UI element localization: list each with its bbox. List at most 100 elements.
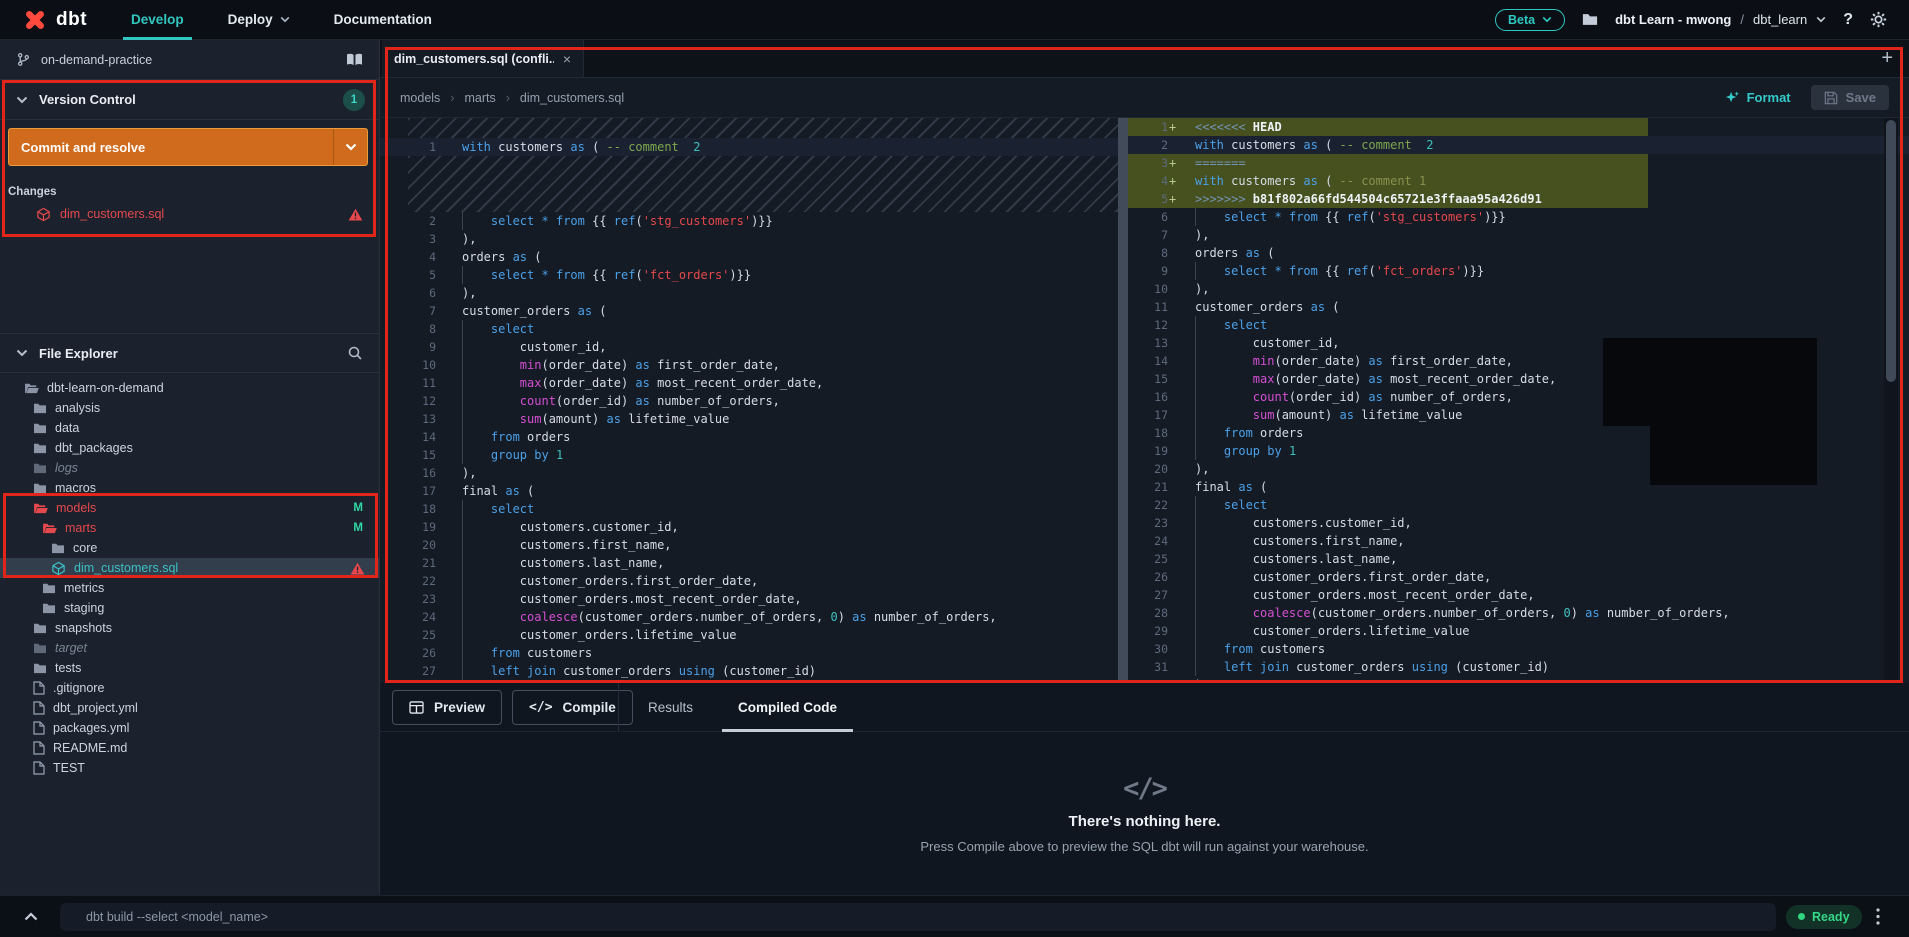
file-icon bbox=[33, 741, 45, 755]
nav-deploy[interactable]: Deploy bbox=[206, 0, 312, 40]
nav-develop[interactable]: Develop bbox=[109, 0, 206, 40]
code-line: 17 final as ( bbox=[380, 482, 1118, 500]
folder-open-icon bbox=[24, 382, 39, 394]
gear-icon[interactable] bbox=[1870, 11, 1887, 28]
tree-item-dim-customers-sql[interactable]: dim_customers.sql bbox=[0, 558, 379, 578]
chevron-up-icon[interactable] bbox=[24, 912, 38, 921]
save-button[interactable]: Save bbox=[1810, 85, 1889, 110]
status-badge[interactable]: Ready bbox=[1786, 904, 1862, 929]
docs-book-icon[interactable] bbox=[346, 52, 363, 67]
nav-label: Deploy bbox=[227, 12, 273, 27]
code-text: orders as ( bbox=[462, 250, 542, 264]
editor-actions: Format Save bbox=[1725, 85, 1889, 110]
code-text: ), bbox=[462, 232, 477, 246]
diff-spacer bbox=[408, 156, 1118, 212]
code-text: ======= bbox=[1195, 156, 1246, 170]
tree-item-dbt-learn-on-demand[interactable]: dbt-learn-on-demand bbox=[0, 378, 379, 398]
code-text: customer_orders.first_order_date, bbox=[462, 572, 759, 590]
tree-item-label: analysis bbox=[55, 401, 101, 415]
code-line: 10 min(order_date) as first_order_date, bbox=[380, 356, 1118, 374]
beta-dropdown[interactable]: Beta bbox=[1495, 8, 1566, 31]
tree-item-models[interactable]: models M bbox=[0, 498, 379, 518]
project-switcher[interactable]: dbt Learn - mwong / dbt_learn bbox=[1615, 12, 1826, 27]
tree-item-dbt-packages[interactable]: dbt_packages bbox=[0, 438, 379, 458]
tree-item-data[interactable]: data bbox=[0, 418, 379, 438]
tree-item-packages-yml[interactable]: packages.yml bbox=[0, 718, 379, 738]
compile-button[interactable]: </> Compile bbox=[512, 689, 633, 725]
breadcrumb-item-marts[interactable]: marts bbox=[464, 91, 495, 105]
left-pane-scrollbar[interactable] bbox=[1118, 118, 1128, 683]
line-number: 9 bbox=[429, 340, 436, 354]
tree-item-test[interactable]: TEST bbox=[0, 758, 379, 778]
code-text: count(order_id) as number_of_orders, bbox=[1195, 388, 1513, 406]
navbar-right: Beta dbt Learn - mwong / dbt_learn ? bbox=[1495, 8, 1909, 31]
tree-item-snapshots[interactable]: snapshots bbox=[0, 618, 379, 638]
new-tab-button[interactable]: + bbox=[1865, 40, 1909, 77]
panel-tab-compiled-code[interactable]: Compiled Code bbox=[722, 683, 854, 732]
line-number: 6 bbox=[429, 286, 436, 300]
modified-badge: M bbox=[353, 502, 363, 514]
code-text: select * from {{ ref('fct_orders')}} bbox=[462, 266, 751, 284]
line-number: 3 bbox=[1161, 156, 1168, 170]
line-number: 12 bbox=[422, 394, 436, 408]
tree-item-core[interactable]: core bbox=[0, 538, 379, 558]
dbt-logo-icon[interactable] bbox=[22, 7, 48, 33]
code-line: 8 orders as ( bbox=[1128, 244, 1909, 262]
tree-item-logs[interactable]: logs bbox=[0, 458, 379, 478]
line-number: 8 bbox=[1161, 246, 1168, 260]
tree-item-macros[interactable]: macros bbox=[0, 478, 379, 498]
changed-file-dim-customers[interactable]: dim_customers.sql bbox=[0, 202, 379, 226]
nav-documentation[interactable]: Documentation bbox=[312, 0, 454, 40]
close-icon[interactable]: × bbox=[563, 51, 571, 67]
breadcrumb-item-models[interactable]: models bbox=[400, 91, 440, 105]
breadcrumb-item-dim-customers-sql[interactable]: dim_customers.sql bbox=[520, 91, 624, 105]
tree-item-marts[interactable]: marts M bbox=[0, 518, 379, 538]
diff-add-marker bbox=[1168, 676, 1179, 683]
nav-items: Develop Deploy Documentation bbox=[109, 0, 454, 40]
model-icon bbox=[36, 207, 51, 222]
preview-button[interactable]: Preview bbox=[392, 689, 503, 725]
code-text: ), bbox=[462, 466, 477, 480]
tree-item-label: staging bbox=[64, 601, 105, 615]
tree-item-analysis[interactable]: analysis bbox=[0, 398, 379, 418]
code-text: with customers as ( -- comment 1 bbox=[1195, 174, 1427, 188]
nav-label: Develop bbox=[131, 12, 184, 27]
tree-item-tests[interactable]: tests bbox=[0, 658, 379, 678]
kebab-menu-icon[interactable] bbox=[1875, 908, 1880, 925]
help-icon[interactable]: ? bbox=[1843, 11, 1853, 29]
right-pane-scrollbar[interactable] bbox=[1884, 118, 1898, 683]
diff-add-marker bbox=[1168, 208, 1179, 226]
tab-title: dim_customers.sql (confli... bbox=[394, 51, 554, 66]
search-icon[interactable] bbox=[347, 345, 363, 361]
line-number: 25 bbox=[1154, 552, 1168, 566]
line-number: 14 bbox=[1154, 354, 1168, 368]
code-line: 2 select * from {{ ref('stg_customers')}… bbox=[380, 212, 1118, 230]
diff-add-marker bbox=[1168, 262, 1179, 280]
file-explorer-header[interactable]: File Explorer bbox=[0, 333, 379, 373]
commit-and-resolve-button[interactable]: Commit and resolve bbox=[8, 128, 368, 166]
commit-dropdown-chevron[interactable] bbox=[333, 129, 367, 165]
version-control-header[interactable]: Version Control 1 bbox=[0, 80, 379, 120]
tree-item-gitignore[interactable]: .gitignore bbox=[0, 678, 379, 698]
changes-label: Changes bbox=[8, 186, 57, 198]
folder-icon bbox=[51, 542, 65, 554]
tree-item-dbt-project-yml[interactable]: dbt_project.yml bbox=[0, 698, 379, 718]
tab-dim-customers[interactable]: dim_customers.sql (confli... × bbox=[382, 40, 584, 77]
panel-tab-results[interactable]: Results bbox=[648, 683, 693, 732]
code-line: 18 select bbox=[380, 500, 1118, 518]
code-line: 26 customer_orders.first_order_date, bbox=[1128, 568, 1909, 586]
code-pane-left[interactable]: 1 with customers as ( -- comment 2 2 selec… bbox=[380, 118, 1118, 683]
code-line: 22 customer_orders.first_order_date, bbox=[380, 572, 1118, 590]
tree-item-metrics[interactable]: metrics bbox=[0, 578, 379, 598]
command-input[interactable]: dbt build --select <model_name> bbox=[60, 902, 1776, 931]
breadcrumb-bar: models › marts › dim_customers.sql Format Sa… bbox=[380, 78, 1909, 118]
tree-item-readme-md[interactable]: README.md bbox=[0, 738, 379, 758]
tree-item-staging[interactable]: staging bbox=[0, 598, 379, 618]
line-number: 22 bbox=[1154, 498, 1168, 512]
git-branch-icon bbox=[16, 52, 31, 67]
tree-item-target[interactable]: target bbox=[0, 638, 379, 658]
code-text: left join customer_orders using (custome… bbox=[1195, 658, 1549, 676]
format-button[interactable]: Format bbox=[1725, 90, 1791, 105]
model-icon bbox=[51, 561, 66, 576]
branch-row[interactable]: on-demand-practice bbox=[0, 40, 379, 80]
